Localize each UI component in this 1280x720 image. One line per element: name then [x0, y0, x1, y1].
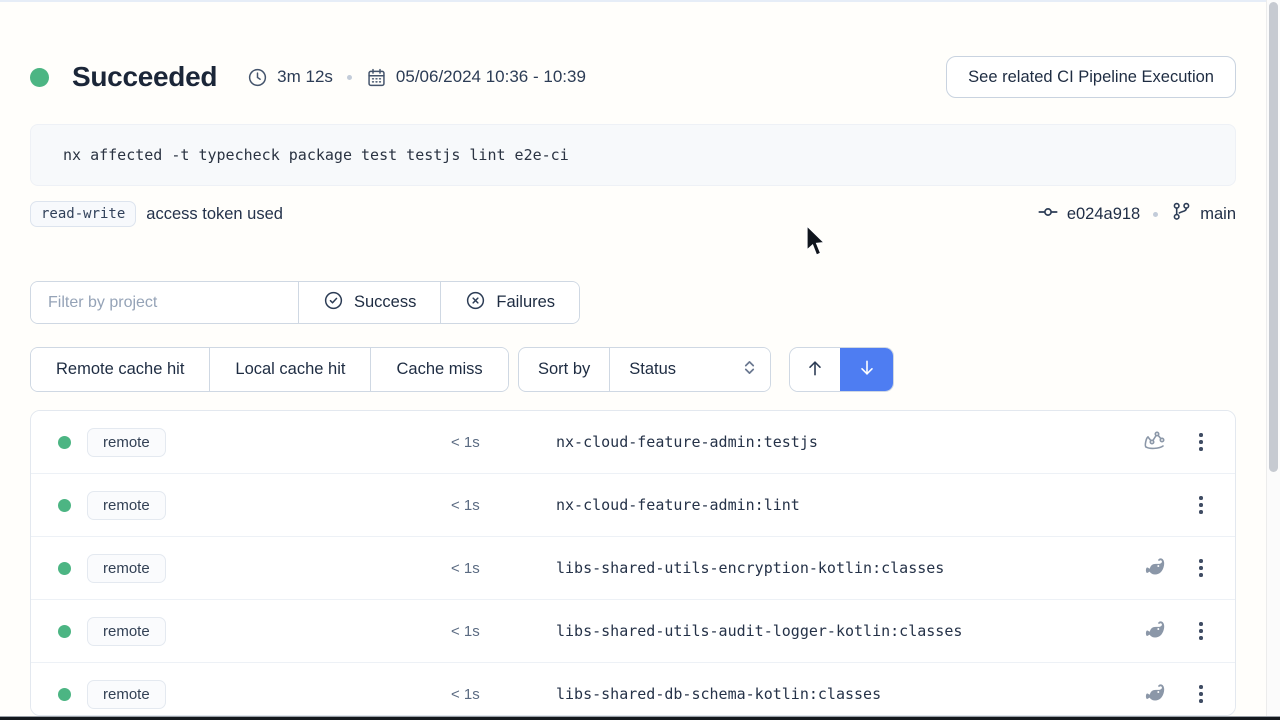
task-success-dot — [58, 688, 71, 701]
row-icon-slot — [1142, 618, 1168, 645]
bottom-edge-bar — [0, 716, 1280, 720]
task-duration: < 1s — [451, 434, 511, 451]
page-title: Succeeded — [72, 61, 217, 93]
sort-group: Sort by Status — [518, 347, 771, 392]
scrollbar-thumb[interactable] — [1269, 2, 1278, 472]
top-divider — [0, 0, 1280, 2]
gradle-icon — [1142, 681, 1168, 708]
branch-name[interactable]: main — [1200, 205, 1236, 224]
task-list: remote < 1s nx-cloud-feature-admin:testj… — [30, 410, 1236, 716]
task-name: nx-cloud-feature-admin:lint — [556, 496, 1131, 514]
mouse-cursor — [806, 226, 827, 262]
task-duration: < 1s — [451, 497, 511, 514]
task-success-dot — [58, 436, 71, 449]
task-duration: < 1s — [451, 623, 511, 640]
branch-icon — [1171, 201, 1192, 227]
vcs-info: e024a918 main — [1037, 201, 1236, 228]
related-pipeline-button[interactable]: See related CI Pipeline Execution — [946, 56, 1236, 98]
clock-icon — [247, 67, 268, 88]
filter-failures-button[interactable]: Failures — [440, 282, 579, 323]
filter-group: Success Failures — [30, 281, 580, 324]
task-duration: < 1s — [451, 686, 511, 703]
task-name: libs-shared-db-schema-kotlin:classes — [556, 685, 1131, 703]
cache-status-tabs: Remote cache hit Local cache hit Cache m… — [30, 347, 509, 392]
filter-project-input[interactable] — [31, 282, 299, 323]
cache-badge: remote — [87, 554, 166, 583]
task-row[interactable]: remote < 1s libs-shared-db-schema-kotlin… — [31, 663, 1235, 716]
tab-remote-cache-hit[interactable]: Remote cache hit — [31, 348, 209, 391]
sort-field-value: Status — [629, 360, 676, 379]
task-success-dot — [58, 499, 71, 512]
cache-badge: remote — [87, 491, 166, 520]
row-menu-button[interactable] — [1191, 490, 1211, 520]
cache-badge: remote — [87, 428, 166, 457]
task-row[interactable]: remote < 1s libs-shared-utils-encryption… — [31, 537, 1235, 600]
run-command: nx affected -t typecheck package test te… — [63, 146, 569, 164]
task-row[interactable]: remote < 1s nx-cloud-feature-admin:lint — [31, 474, 1235, 537]
commit-sha[interactable]: e024a918 — [1067, 205, 1140, 224]
x-circle-icon — [465, 290, 486, 316]
task-row[interactable]: remote < 1s nx-cloud-feature-admin:testj… — [31, 411, 1235, 474]
page-scrollbar[interactable] — [1266, 0, 1280, 720]
access-token-text: access token used — [146, 205, 283, 224]
filter-success-label: Success — [354, 293, 416, 312]
row-icon-slot — [1142, 428, 1168, 457]
chevron-up-down-icon — [742, 359, 757, 381]
run-meta: 3m 12s 05/06/2024 10:36 - 10:39 — [247, 67, 586, 88]
calendar-icon — [366, 67, 387, 88]
gradle-icon — [1142, 618, 1168, 645]
tab-local-cache-hit[interactable]: Local cache hit — [209, 348, 370, 391]
separator-dot — [347, 75, 352, 80]
row-menu-button[interactable] — [1191, 616, 1211, 646]
row-menu-button[interactable] — [1191, 553, 1211, 583]
run-details-page: Succeeded 3m 12s 05/06/2024 10:36 - 10:3… — [0, 0, 1280, 720]
task-graph-icon — [1142, 428, 1168, 457]
arrow-down-icon — [857, 357, 877, 382]
run-date-range: 05/06/2024 10:36 - 10:39 — [396, 67, 586, 87]
check-circle-icon — [323, 290, 344, 316]
access-token-badge: read-write — [30, 201, 136, 227]
task-name: nx-cloud-feature-admin:testjs — [556, 433, 1131, 451]
sort-direction-group — [789, 347, 894, 392]
row-icon-slot — [1142, 555, 1168, 582]
cache-badge: remote — [87, 617, 166, 646]
command-box: nx affected -t typecheck package test te… — [30, 124, 1236, 186]
task-name: libs-shared-utils-audit-logger-kotlin:cl… — [556, 622, 1131, 640]
cache-badge: remote — [87, 680, 166, 709]
task-success-dot — [58, 562, 71, 575]
token-row: read-write access token used e024a918 ma… — [30, 199, 1236, 229]
row-menu-button[interactable] — [1191, 679, 1211, 709]
separator-dot — [1153, 212, 1158, 217]
sort-by-label: Sort by — [519, 348, 610, 391]
task-success-dot — [58, 625, 71, 638]
filter-failures-label: Failures — [496, 293, 555, 312]
gradle-icon — [1142, 555, 1168, 582]
row-icon-slot — [1142, 681, 1168, 708]
task-name: libs-shared-utils-encryption-kotlin:clas… — [556, 559, 1131, 577]
commit-icon — [1037, 201, 1059, 228]
run-header: Succeeded 3m 12s 05/06/2024 10:36 - 10:3… — [30, 54, 1236, 100]
run-duration: 3m 12s — [277, 67, 333, 87]
tab-cache-miss[interactable]: Cache miss — [370, 348, 507, 391]
task-duration: < 1s — [451, 560, 511, 577]
task-row[interactable]: remote < 1s libs-shared-utils-audit-logg… — [31, 600, 1235, 663]
sort-field-select[interactable]: Status — [610, 348, 770, 391]
arrow-up-icon — [805, 357, 825, 382]
sort-ascending-button[interactable] — [790, 348, 840, 391]
sort-descending-button[interactable] — [840, 348, 893, 391]
status-success-dot — [30, 68, 49, 87]
filter-success-button[interactable]: Success — [299, 282, 440, 323]
row-menu-button[interactable] — [1191, 427, 1211, 457]
